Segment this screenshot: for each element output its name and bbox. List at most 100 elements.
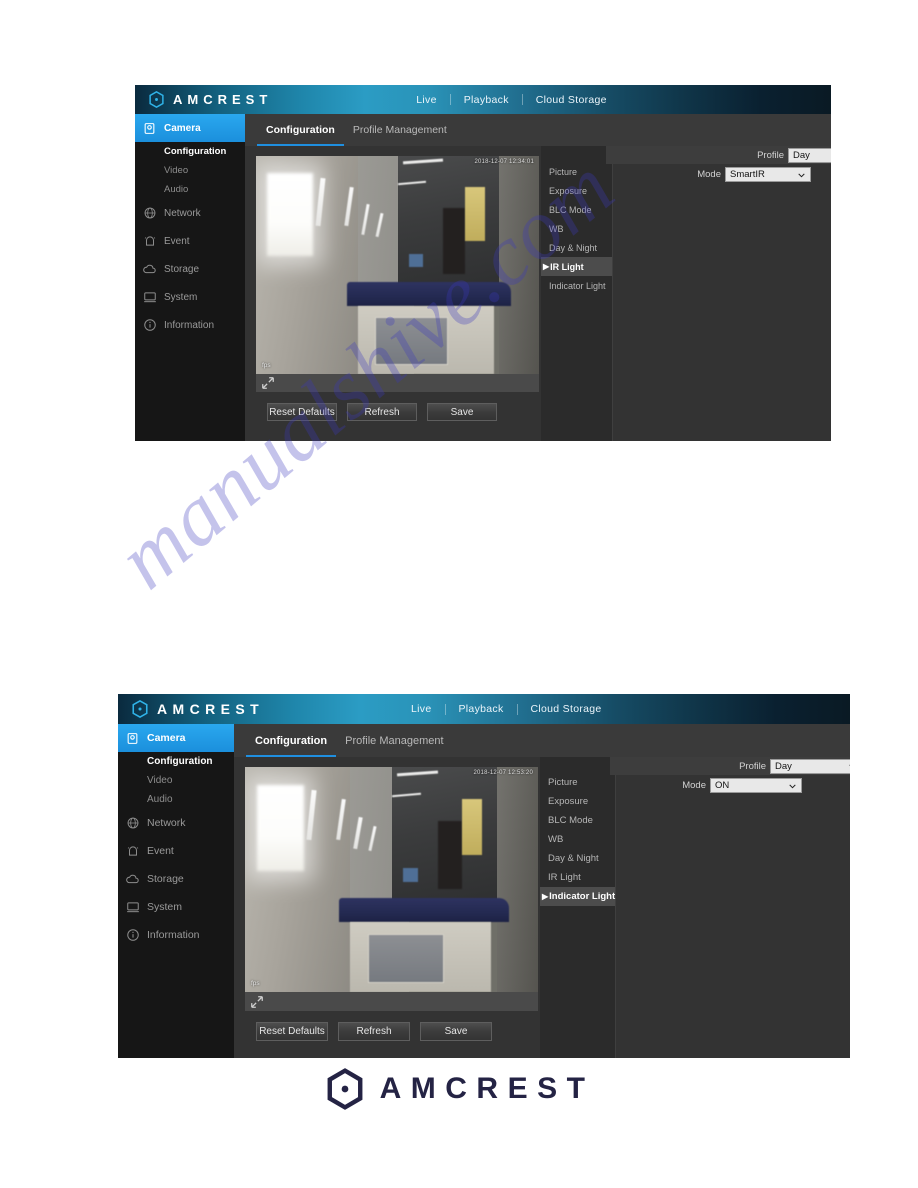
settings-menu-label: Indicator Light: [549, 280, 606, 291]
profile-strip: Profile Day: [606, 146, 831, 164]
sidebar-item-information[interactable]: Information: [135, 311, 245, 339]
sidebar-item-network[interactable]: Network: [118, 809, 234, 837]
settings-menu-label: Exposure: [548, 796, 589, 807]
sidebar-item-information[interactable]: Information: [118, 921, 234, 949]
video-scene: [245, 767, 538, 992]
settings-menu-item-picture[interactable]: Picture: [540, 773, 615, 792]
settings-menu-item-blc-mode[interactable]: BLC Mode: [541, 200, 612, 219]
top-navigation: Live Playback Cloud Storage: [398, 703, 615, 715]
video-fps-label: fps: [251, 980, 260, 987]
sidebar-subitem-video[interactable]: Video: [118, 771, 234, 790]
sidebar-subitem-audio[interactable]: Audio: [135, 180, 245, 199]
sidebar-subitem-video[interactable]: Video: [135, 161, 245, 180]
save-button[interactable]: Save: [427, 403, 497, 421]
sidebar-subitem-label: Video: [164, 165, 189, 176]
chevron-down-icon: [789, 784, 796, 788]
settings-menu-item-day-night[interactable]: Day & Night: [541, 238, 612, 257]
brand-logo: AMCREST: [118, 700, 264, 718]
sidebar-item-camera[interactable]: Camera: [118, 724, 248, 752]
sidebar-item-camera[interactable]: Camera: [135, 114, 259, 142]
reset-defaults-button[interactable]: Reset Defaults: [256, 1022, 328, 1041]
top-navigation: Live Playback Cloud Storage: [403, 94, 620, 106]
window-body: Camera Configuration Video Audio Network: [118, 724, 850, 1058]
caret-right-icon: ▶: [543, 261, 550, 271]
live-video-preview[interactable]: 2018-12-07 12:34:01 fps: [256, 156, 539, 374]
settings-menu-item-wb[interactable]: WB: [540, 830, 615, 849]
settings-menu-label: IR Light: [550, 261, 584, 272]
topnav-live[interactable]: Live: [403, 94, 449, 106]
sidebar-item-storage[interactable]: Storage: [135, 255, 245, 283]
topnav-playback[interactable]: Playback: [446, 703, 517, 715]
profile-value: Day: [775, 760, 792, 772]
tab-configuration[interactable]: Configuration: [246, 724, 337, 757]
settings-menu-item-exposure[interactable]: Exposure: [540, 792, 615, 811]
reset-defaults-button[interactable]: Reset Defaults: [267, 403, 337, 421]
settings-menu-item-ir-light[interactable]: IR Light: [540, 868, 615, 887]
chevron-down-icon: [849, 764, 850, 766]
top-brand-bar: AMCREST Live Playback Cloud Storage: [118, 694, 850, 724]
settings-menu-label: IR Light: [548, 872, 581, 883]
tab-profile-management[interactable]: Profile Management: [344, 114, 456, 146]
sidebar-item-label: Information: [164, 319, 215, 331]
topnav-cloud-storage[interactable]: Cloud Storage: [518, 703, 615, 715]
settings-menu-item-day-night[interactable]: Day & Night: [540, 849, 615, 868]
refresh-button[interactable]: Refresh: [338, 1022, 410, 1041]
profile-select[interactable]: Day: [770, 758, 850, 774]
sidebar-item-event[interactable]: Event: [135, 227, 245, 255]
settings-menu-item-exposure[interactable]: Exposure: [541, 181, 612, 200]
mode-value: SmartIR: [730, 169, 765, 180]
footer-brand-logo: AMCREST: [0, 1068, 918, 1110]
settings-menu-item-indicator-light[interactable]: Indicator Light: [541, 276, 612, 295]
sidebar-item-event[interactable]: Event: [118, 837, 234, 865]
settings-menu-item-blc-mode[interactable]: BLC Mode: [540, 811, 615, 830]
expand-arrows-icon[interactable]: [261, 376, 275, 390]
sidebar-item-system[interactable]: System: [135, 283, 245, 311]
sidebar-item-label: System: [164, 291, 198, 303]
topnav-live[interactable]: Live: [398, 703, 444, 715]
network-globe-icon: [141, 205, 158, 221]
brand-wordmark: AMCREST: [173, 92, 273, 107]
work-area: 2018-12-07 12:34:01 fps Reset Defaults R…: [245, 146, 831, 441]
sidebar-item-system[interactable]: System: [118, 893, 234, 921]
sidebar-subitem-audio[interactable]: Audio: [118, 790, 234, 809]
expand-arrows-icon[interactable]: [250, 995, 264, 1009]
settings-menu-label: WB: [548, 834, 564, 845]
sidebar-subitem-configuration[interactable]: Configuration: [135, 142, 245, 161]
profile-field: Profile Day: [757, 147, 831, 163]
mode-field: Mode ON: [682, 778, 802, 793]
sidebar-item-label: Camera: [164, 122, 201, 134]
settings-menu-item-indicator-light[interactable]: ▶ Indicator Light: [540, 887, 615, 906]
settings-menu-label: Indicator Light: [549, 891, 616, 902]
mode-select[interactable]: ON: [710, 778, 802, 793]
topnav-playback[interactable]: Playback: [451, 94, 522, 106]
settings-menu-item-picture[interactable]: Picture: [541, 162, 612, 181]
settings-menu-label: Exposure: [549, 185, 588, 196]
amcrest-web-ui-screenshot-two: AMCREST Live Playback Cloud Storage Came…: [118, 694, 850, 1058]
chevron-down-icon: [798, 173, 805, 177]
sidebar-item-network[interactable]: Network: [135, 199, 245, 227]
tab-label: Profile Management: [352, 124, 447, 136]
save-button[interactable]: Save: [420, 1022, 492, 1041]
sidebar-subitem-label: Audio: [147, 794, 173, 805]
settings-menu-item-ir-light[interactable]: ▶ IR Light: [541, 257, 612, 276]
mode-select[interactable]: SmartIR: [725, 167, 811, 182]
topnav-cloud-storage[interactable]: Cloud Storage: [523, 94, 620, 106]
sidebar-subitem-configuration[interactable]: Configuration: [118, 752, 234, 771]
video-toolbar: [256, 374, 539, 392]
sidebar-subitem-label: Configuration: [164, 146, 227, 157]
tab-configuration[interactable]: Configuration: [257, 114, 344, 146]
profile-label: Profile: [757, 149, 784, 161]
tab-profile-management[interactable]: Profile Management: [336, 724, 452, 757]
settings-menu-item-wb[interactable]: WB: [541, 219, 612, 238]
sidebar-item-label: Event: [147, 845, 174, 857]
live-video-preview[interactable]: 2018-12-07 12:53:20 fps: [245, 767, 538, 992]
tab-label: Configuration: [266, 124, 335, 136]
profile-select[interactable]: Day: [788, 147, 831, 163]
sidebar: Camera Configuration Video Audio Network: [135, 114, 259, 441]
information-circle-icon: [124, 927, 141, 943]
refresh-button[interactable]: Refresh: [347, 403, 417, 421]
mode-row: Mode SmartIR: [613, 167, 831, 182]
sidebar-item-storage[interactable]: Storage: [118, 865, 234, 893]
profile-label: Profile: [739, 760, 766, 772]
settings-menu: Picture Exposure BLC Mode WB Day & Night…: [541, 146, 613, 441]
